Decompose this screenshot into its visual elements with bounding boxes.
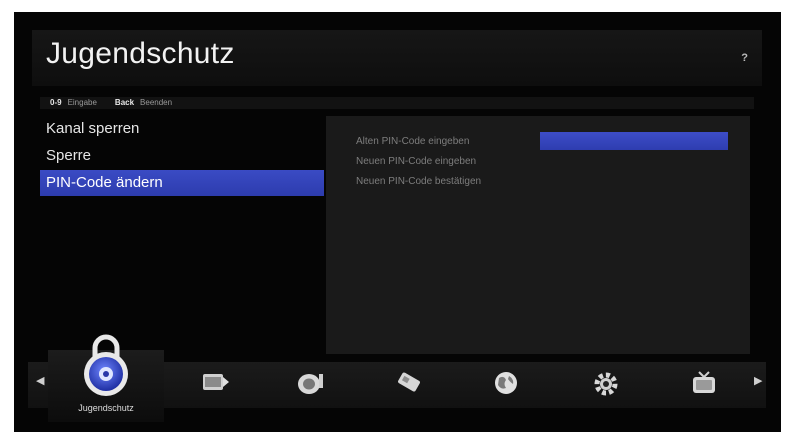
confirm-pin-label[interactable]: Neuen PIN-Code bestätigen: [356, 176, 481, 196]
keyhint-key-digits: 0-9: [50, 98, 62, 107]
page-title: Jugendschutz: [46, 37, 235, 70]
new-pin-label[interactable]: Neuen PIN-Code eingeben: [356, 156, 476, 176]
scroll-left-icon[interactable]: ◀: [36, 374, 44, 387]
menu-item-sperre[interactable]: Sperre: [40, 143, 324, 169]
card-icon[interactable]: [394, 370, 424, 394]
menu-item-kanal-sperren[interactable]: Kanal sperren: [40, 116, 324, 142]
category-tab-label: Jugendschutz: [78, 403, 134, 413]
satellite-dish-icon[interactable]: [295, 370, 325, 396]
keyhint-bar: 0-9 Eingabe Back Beenden: [40, 97, 754, 109]
title-bar: Jugendschutz ?: [32, 30, 762, 86]
old-pin-label: Alten PIN-Code eingeben: [356, 136, 470, 147]
keyhint-label-input: Eingabe: [67, 98, 97, 107]
tv-screen: Jugendschutz ? 0-9 Eingabe Back Beenden …: [14, 12, 781, 432]
media-folder-icon[interactable]: [201, 370, 231, 394]
globe-icon[interactable]: [492, 370, 520, 398]
lock-icon[interactable]: [78, 330, 134, 400]
old-pin-input[interactable]: [540, 132, 728, 150]
gear-icon[interactable]: [592, 370, 620, 398]
pin-change-panel: Alten PIN-Code eingeben Neuen PIN-Code e…: [326, 116, 750, 354]
help-icon[interactable]: ?: [741, 52, 748, 64]
menu-list: Kanal sperren Sperre PIN-Code ändern: [40, 116, 324, 197]
menu-item-pin-code-aendern[interactable]: PIN-Code ändern: [40, 170, 324, 196]
tv-icon[interactable]: [690, 370, 718, 396]
scroll-right-icon[interactable]: ▶: [754, 374, 762, 387]
keyhint-label-exit: Beenden: [140, 98, 173, 107]
keyhint-key-back: Back: [114, 98, 135, 107]
